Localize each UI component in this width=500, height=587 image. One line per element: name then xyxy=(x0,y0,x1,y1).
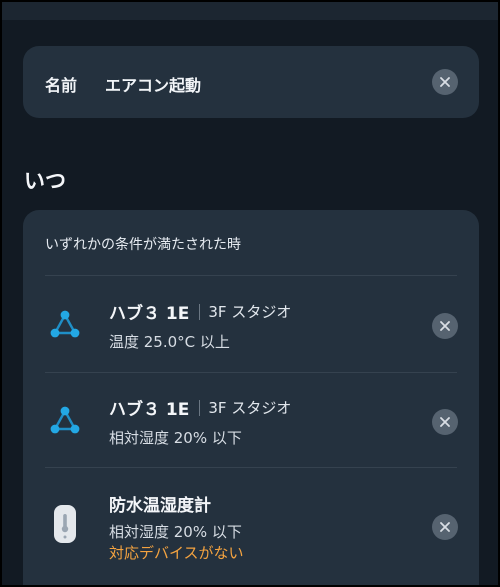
remove-condition-button[interactable] xyxy=(432,313,458,339)
top-bar xyxy=(2,2,498,20)
hub-icon xyxy=(50,406,80,434)
section-title-when: いつ xyxy=(24,169,66,193)
condition-description: 相対湿度 20% 以下 xyxy=(109,429,242,447)
conditions-card: いずれかの条件が満たされた時 ハブ３ 1E 3F スタジオ 温度 25.0°C … xyxy=(23,210,479,585)
condition-device-name: 防水温湿度計 xyxy=(109,496,211,516)
close-icon xyxy=(440,77,450,87)
close-icon xyxy=(440,417,450,427)
divider xyxy=(45,372,457,373)
thermohygrometer-icon xyxy=(54,505,76,543)
clear-name-button[interactable] xyxy=(432,69,458,95)
title-separator xyxy=(199,399,201,416)
condition-device-location: 3F スタジオ xyxy=(208,399,292,417)
conditions-header: いずれかの条件が満たされた時 xyxy=(45,237,241,253)
title-separator xyxy=(199,303,201,320)
name-card[interactable]: 名前 エアコン起動 xyxy=(23,46,479,118)
unsupported-device-warning: 対応デバイスがない xyxy=(109,544,244,562)
remove-condition-button[interactable] xyxy=(432,409,458,435)
close-icon xyxy=(440,321,450,331)
condition-description: 相対湿度 20% 以下 xyxy=(109,523,242,541)
condition-description: 温度 25.0°C 以上 xyxy=(109,333,230,351)
automation-screen: 名前 エアコン起動 いつ いずれかの条件が満たされた時 ハブ３ 1E 3F スタ… xyxy=(2,2,498,585)
condition-device-location: 3F スタジオ xyxy=(208,303,292,321)
remove-condition-button[interactable] xyxy=(432,514,458,540)
name-input[interactable]: エアコン起動 xyxy=(105,72,201,96)
close-icon xyxy=(440,522,450,532)
condition-device-name: ハブ３ 1E xyxy=(109,304,190,324)
name-label: 名前 xyxy=(45,76,78,95)
hub-icon xyxy=(50,310,80,338)
condition-device-name: ハブ３ 1E xyxy=(109,400,190,420)
divider xyxy=(45,467,457,468)
divider xyxy=(45,275,457,276)
